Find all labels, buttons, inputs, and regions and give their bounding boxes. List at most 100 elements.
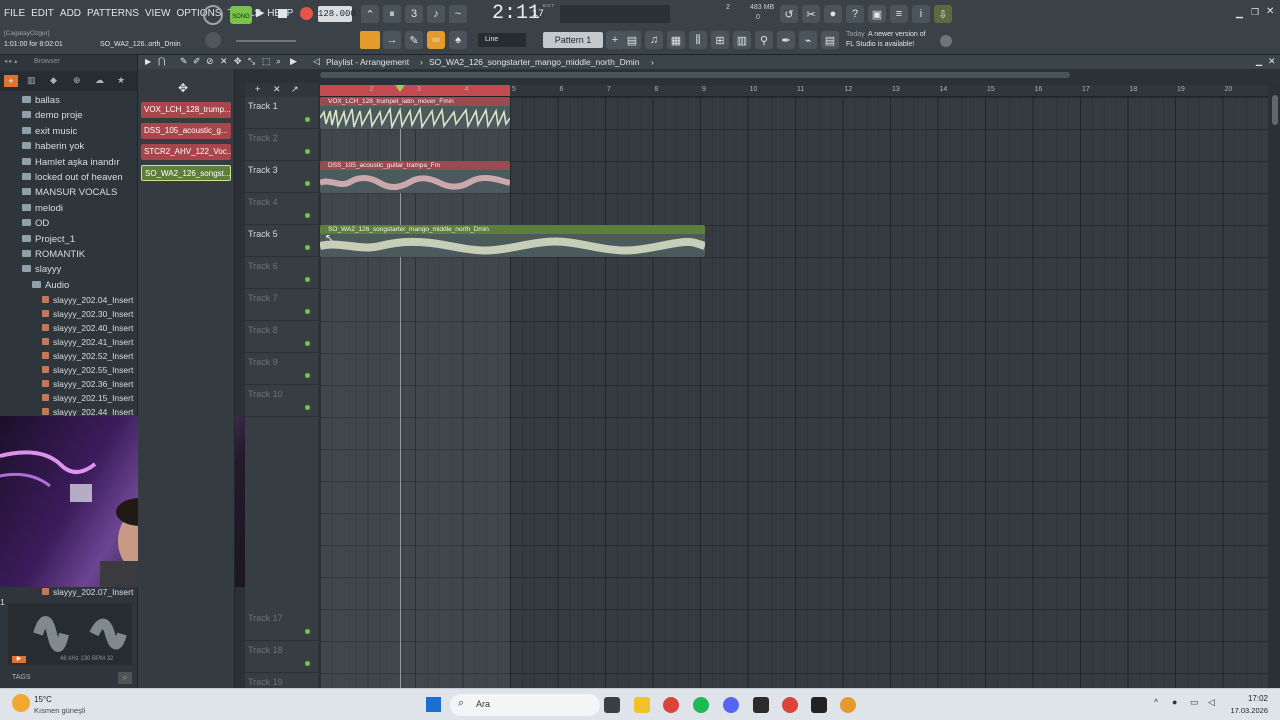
- paint-tool-icon[interactable]: ✐: [193, 56, 201, 67]
- weather-temp[interactable]: 15°C: [34, 695, 52, 704]
- track-header[interactable]: Track 8: [245, 321, 318, 353]
- stamp-icon[interactable]: ♠: [449, 31, 467, 49]
- plugin-icon[interactable]: ⚲: [755, 31, 773, 49]
- clip-source-item-selected[interactable]: SO_WA2_126_songst...: [141, 165, 231, 181]
- playback-tool-icon[interactable]: ▶: [290, 56, 297, 67]
- browser-folder[interactable]: MANSUR VOCALS: [0, 187, 136, 202]
- track-header[interactable]: Track 10: [245, 385, 318, 417]
- metronome-icon[interactable]: ⌃: [361, 5, 379, 23]
- cut-icon[interactable]: ✂: [802, 5, 820, 23]
- tempo-display[interactable]: 128.000: [318, 6, 356, 22]
- track-header[interactable]: Track 6: [245, 257, 318, 289]
- maximize-icon[interactable]: ❐: [1251, 7, 1259, 18]
- play-icon[interactable]: ▶: [256, 6, 270, 20]
- vertical-scroll-thumb[interactable]: [1272, 95, 1278, 125]
- playlist-menu-icon[interactable]: ▶: [145, 57, 151, 66]
- playlist-minimize-icon[interactable]: ▁: [1256, 57, 1262, 66]
- taskbar-search[interactable]: ⌕ Ara: [450, 694, 600, 716]
- playhead-marker-icon[interactable]: [395, 85, 405, 92]
- blend-notes-icon[interactable]: ~: [449, 5, 467, 23]
- close-icon[interactable]: ✕: [1266, 6, 1274, 17]
- step-edit-icon[interactable]: ♪: [427, 5, 445, 23]
- draw-icon[interactable]: ✎: [405, 31, 423, 49]
- pat-song-knob[interactable]: [203, 5, 223, 25]
- browser-folder[interactable]: exit music: [0, 126, 136, 141]
- download-icon[interactable]: ⇩: [934, 5, 952, 23]
- delete-tool-icon[interactable]: ⊘: [206, 56, 214, 67]
- chrome-profile-icon[interactable]: [782, 697, 798, 713]
- select-tool-icon[interactable]: ⬚: [262, 56, 271, 67]
- piano-roll-icon[interactable]: ♫: [645, 31, 663, 49]
- track-mute-led[interactable]: [305, 309, 310, 314]
- slice-tool-icon[interactable]: ⤡: [248, 56, 255, 67]
- tray-chevron-icon[interactable]: ^: [1154, 697, 1158, 707]
- track-header[interactable]: Track 2: [245, 129, 318, 161]
- clip-source-item[interactable]: DSS_105_acoustic_g...: [141, 123, 231, 139]
- browser-file[interactable]: slayyy_202.36_Insert 1: [0, 379, 136, 394]
- browser-file[interactable]: slayyy_202.52_Insert 1: [0, 351, 136, 366]
- playlist-icon[interactable]: ▤: [623, 31, 641, 49]
- discord-icon[interactable]: [723, 697, 739, 713]
- track-mute-led[interactable]: [305, 629, 310, 634]
- browser-file[interactable]: slayyy_202.15_Insert 1: [0, 393, 136, 408]
- fl-studio-icon[interactable]: [840, 697, 856, 713]
- timeline-ruler[interactable]: 2 3 4 5 6 7 8 9 10 11 12 13 14 15 16 17 18 19 20: [320, 85, 1268, 97]
- plugin-database-icon[interactable]: ◆: [50, 75, 57, 86]
- horizontal-scroll-thumb[interactable]: [320, 72, 1070, 78]
- file-explorer-icon[interactable]: [634, 697, 650, 713]
- task-view-icon[interactable]: [604, 697, 620, 713]
- track-mute-led[interactable]: [305, 405, 310, 410]
- track-mute-led[interactable]: [305, 341, 310, 346]
- track-header[interactable]: Track 5: [245, 225, 318, 257]
- track-header[interactable]: Track 17: [245, 609, 318, 641]
- loop-marker-bar[interactable]: [320, 85, 510, 96]
- weather-desc[interactable]: Kısmen güneşli: [34, 706, 85, 715]
- project-icon[interactable]: ▥: [733, 31, 751, 49]
- minimize-icon[interactable]: ▁: [1236, 8, 1243, 19]
- volume-icon[interactable]: ◁: [1208, 697, 1215, 708]
- capcut-icon[interactable]: [753, 697, 769, 713]
- menu-view[interactable]: VIEW: [145, 8, 171, 19]
- slip-tool-icon[interactable]: ✥: [234, 56, 242, 67]
- browser-file[interactable]: slayyy_202.30_Insert 1: [0, 309, 136, 324]
- browser-folder[interactable]: locked out of heaven: [0, 172, 136, 187]
- browser-folder[interactable]: OD: [0, 218, 136, 233]
- record-icon[interactable]: [300, 7, 313, 20]
- menu-edit[interactable]: EDIT: [31, 8, 54, 19]
- browser-file[interactable]: slayyy_202.04_Insert 1: [0, 295, 136, 310]
- clock-time[interactable]: 17:02: [1228, 694, 1268, 703]
- news-icon[interactable]: ▤: [821, 31, 839, 49]
- move-icon[interactable]: ✥: [178, 81, 188, 95]
- pattern-selector[interactable]: Pattern 1: [543, 32, 603, 48]
- help-icon[interactable]: ?: [846, 5, 864, 23]
- menu-file[interactable]: FILE: [4, 8, 25, 19]
- spotify-icon[interactable]: [693, 697, 709, 713]
- track-mute-led[interactable]: [305, 213, 310, 218]
- undo-icon[interactable]: ↺: [780, 5, 798, 23]
- countdown-icon[interactable]: 3: [405, 5, 423, 23]
- track-tools-icon[interactable]: ↗: [291, 84, 299, 95]
- clock-date[interactable]: 17.03.2026: [1218, 706, 1268, 715]
- track-mute-led[interactable]: [305, 373, 310, 378]
- vertical-scrollbar[interactable]: [1270, 85, 1280, 688]
- track-mute-led[interactable]: [305, 277, 310, 282]
- pencil-tool-icon[interactable]: ✎: [180, 56, 188, 67]
- news-settings-icon[interactable]: [940, 35, 952, 47]
- track-mute-led[interactable]: [305, 661, 310, 666]
- mic-tray-icon[interactable]: ●: [1172, 697, 1177, 707]
- browser-folder[interactable]: ballas: [0, 95, 136, 110]
- mixer-view-icon[interactable]: ⫼: [689, 31, 707, 49]
- audio-clip-mango[interactable]: SO_WA2_126_songstarter_mango_middle_nort…: [320, 225, 705, 257]
- track-header[interactable]: Track 7: [245, 289, 318, 321]
- tool-icon[interactable]: ✒: [777, 31, 795, 49]
- stop-icon[interactable]: [278, 9, 287, 18]
- network-icon[interactable]: ▭: [1190, 697, 1199, 708]
- clip-source-item[interactable]: STCR2_AHV_122_Voc...: [141, 144, 231, 160]
- channel-rack-icon[interactable]: ▦: [667, 31, 685, 49]
- snap-mode-select[interactable]: Line: [478, 33, 526, 47]
- master-volume-knob[interactable]: [205, 32, 221, 48]
- browser-file[interactable]: slayyy_202.55_Insert 1: [0, 365, 136, 380]
- browser-folder[interactable]: demo proje: [0, 110, 136, 125]
- clip-source-item[interactable]: VOX_LCH_128_trump...: [141, 102, 231, 118]
- news-line1[interactable]: A newer version of: [868, 31, 926, 38]
